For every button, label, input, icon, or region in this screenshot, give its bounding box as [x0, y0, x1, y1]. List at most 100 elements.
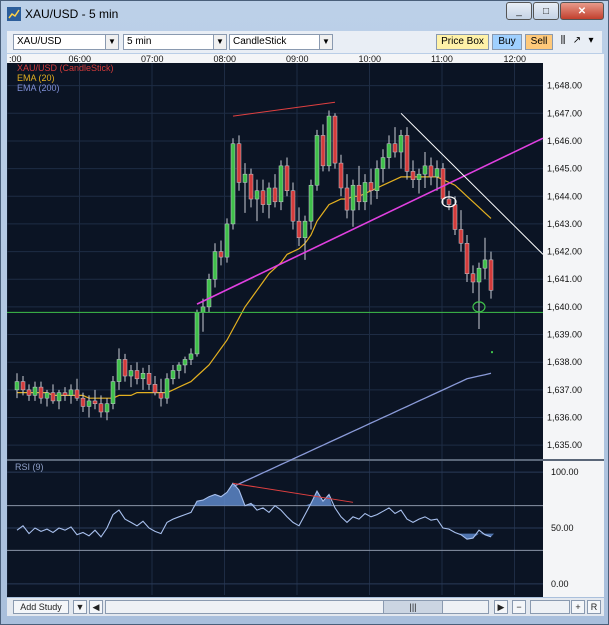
interval-value: 5 min	[127, 36, 152, 47]
title-bar: XAU/USD - 5 min _ □ ✕	[1, 1, 608, 27]
settings-icon[interactable]: ▾	[585, 34, 597, 50]
rsi-tick-label: 50.00	[551, 523, 574, 533]
price-box-button[interactable]: Price Box	[436, 34, 489, 50]
buy-button[interactable]: Buy	[492, 34, 522, 50]
candle-body	[278, 165, 284, 203]
rsi-line	[16, 482, 492, 540]
price-tick-label: 1,639.00	[547, 330, 582, 340]
scroll-left-button[interactable]: ◀	[89, 600, 103, 614]
maximize-button[interactable]: □	[533, 2, 559, 20]
candle-body	[152, 384, 158, 393]
dropdown-icon[interactable]: ▼	[73, 600, 87, 614]
scroll-right-button[interactable]: ▶	[494, 600, 508, 614]
candle-body	[92, 400, 98, 404]
price-tick-label: 1,645.00	[547, 164, 582, 174]
candle-body	[158, 392, 164, 399]
candle-body	[86, 400, 92, 407]
panel-separator	[7, 459, 604, 461]
candle-body	[236, 143, 242, 183]
candle-body	[446, 198, 452, 205]
minimize-button[interactable]: _	[506, 2, 532, 20]
price-tick-label: 1,644.00	[547, 191, 582, 201]
rsi-tick-label: 0.00	[551, 579, 569, 589]
candle-body	[38, 386, 44, 399]
candle-body	[62, 392, 68, 396]
indicator-icon[interactable]: ↗	[571, 34, 583, 50]
chart-style-select[interactable]: CandleStick ▼	[229, 34, 333, 50]
candle-body	[56, 392, 62, 402]
candle-body	[68, 389, 74, 396]
candle-body	[416, 173, 422, 180]
zoom-out-button[interactable]: −	[512, 600, 526, 614]
candle-body	[398, 135, 404, 153]
chart-type-icon[interactable]: ⫼	[557, 34, 569, 50]
candle-body	[392, 143, 398, 153]
candle-body	[98, 403, 104, 413]
candle-body	[368, 182, 374, 191]
candle-body	[44, 392, 50, 399]
price-tick-label: 1,642.00	[547, 247, 582, 257]
candle-body	[164, 378, 170, 399]
candle-body	[188, 353, 194, 360]
candle-body	[128, 370, 134, 377]
price-tick-label: 1,636.00	[547, 413, 582, 423]
chevron-down-icon[interactable]: ▼	[319, 35, 332, 49]
candle-body	[344, 187, 350, 211]
window-title: XAU/USD - 5 min	[25, 7, 119, 21]
candle-body	[482, 259, 488, 269]
chart-svg: :00 06:00 07:00 08:00 09:00 10:00 11:00 12:00:0…	[6, 53, 604, 597]
candle-body	[170, 370, 176, 380]
candle-body	[140, 373, 146, 380]
zoom-in-button[interactable]: +	[571, 600, 585, 614]
rsi-tick-label: 100.00	[551, 467, 579, 477]
candle-body	[218, 251, 224, 258]
zoom-slider[interactable]	[530, 600, 570, 614]
price-tick-label: 1,641.00	[547, 274, 582, 284]
candle-body	[332, 115, 338, 164]
candle-body	[470, 273, 476, 283]
chart-style-value: CandleStick	[233, 36, 287, 47]
candle-body	[422, 165, 428, 175]
candle-body	[176, 364, 182, 371]
candle-body	[254, 190, 260, 200]
candle-body	[248, 173, 254, 200]
legend-entry: EMA (20)	[17, 73, 55, 83]
candle-body	[230, 143, 236, 225]
candle-body	[308, 184, 314, 222]
candle-body	[428, 165, 434, 178]
price-tick-label: 1,635.00	[547, 440, 582, 450]
candle-body	[50, 392, 56, 402]
reset-button[interactable]: R	[587, 600, 601, 614]
candle-body	[440, 168, 446, 200]
candle-body	[290, 190, 296, 222]
add-study-button[interactable]: Add Study	[13, 600, 69, 614]
price-tick-label: 1,647.00	[547, 108, 582, 118]
chevron-down-icon[interactable]: ▼	[105, 35, 118, 49]
candle-body	[350, 184, 356, 211]
candle-body	[80, 397, 86, 407]
close-button[interactable]: ✕	[560, 2, 604, 20]
chart-area[interactable]: :00 06:00 07:00 08:00 09:00 10:00 11:00 12:00:0…	[6, 53, 604, 597]
candle-body	[452, 204, 458, 230]
candle-body	[20, 381, 26, 391]
price-tick-label: 1,640.00	[547, 302, 582, 312]
time-tick-label: 12:00	[504, 54, 527, 64]
candle-body	[212, 251, 218, 280]
legend-entry: XAU/USD (CandleStick)	[17, 63, 114, 73]
rsi-panel-label: RSI (9)	[15, 462, 44, 472]
candle-body	[104, 403, 110, 413]
chevron-down-icon[interactable]: ▼	[213, 35, 226, 49]
interval-select[interactable]: 5 min ▼	[123, 34, 227, 50]
price-tick-label: 1,638.00	[547, 357, 582, 367]
candle-body	[224, 223, 230, 258]
chart-window: XAU/USD - 5 min _ □ ✕ XAU/USD ▼ 5 min ▼ …	[0, 0, 609, 625]
scrollbar-thumb[interactable]: |||	[383, 600, 443, 614]
symbol-select[interactable]: XAU/USD ▼	[13, 34, 119, 50]
candle-body	[242, 173, 248, 183]
chart-app-icon	[7, 7, 21, 21]
rsi-divergence-line	[232, 482, 354, 503]
candle-body	[266, 187, 272, 205]
sell-button[interactable]: Sell	[525, 34, 553, 50]
candle-body	[410, 171, 416, 180]
candle-body	[404, 135, 410, 172]
